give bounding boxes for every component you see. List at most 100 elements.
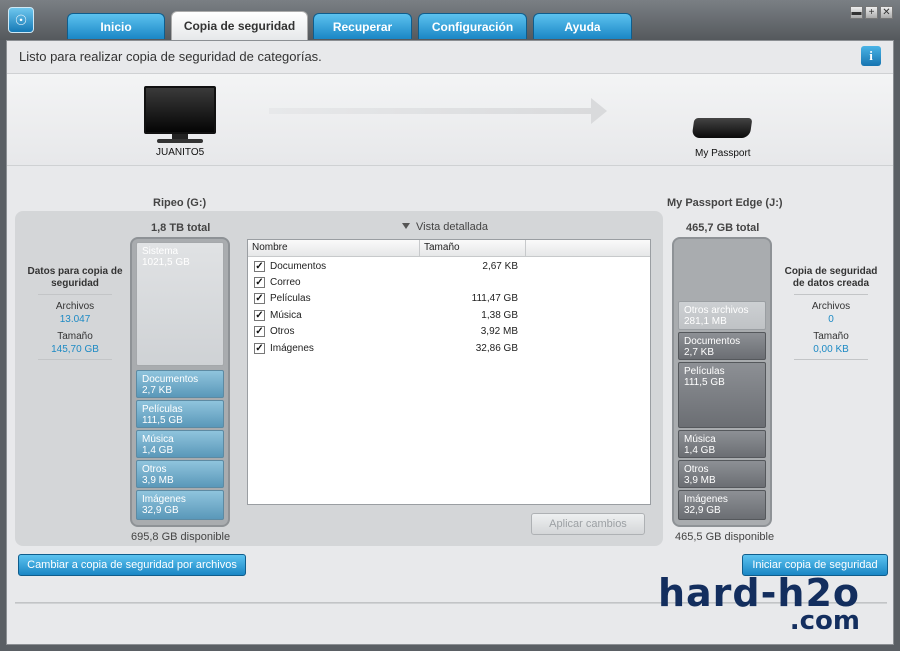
segment-name: Otros archivos — [684, 305, 749, 316]
source-segment-sistema: Sistema 1021,5 GB — [136, 242, 224, 366]
target-device-label: My Passport — [695, 148, 751, 159]
left-size-label: Tamaño — [57, 331, 93, 342]
list-header: Nombre Tamaño — [248, 240, 650, 257]
source-device-label: JUANITO5 — [156, 147, 205, 158]
source-segment-peliculas[interactable]: Películas 111,5 GB — [136, 400, 224, 428]
right-stats-heading-1: Copia de seguridad — [784, 266, 878, 277]
segment-name: Documentos — [684, 336, 741, 347]
device-strip: JUANITO5 My Passport — [7, 74, 893, 166]
right-files-label: Archivos — [811, 301, 851, 312]
item-size: 2,67 KB — [482, 261, 518, 272]
target-drive-title: My Passport Edge (J:) — [667, 197, 783, 209]
item-size: 32,86 GB — [475, 343, 518, 354]
checkbox[interactable]: ✓ — [254, 277, 265, 288]
segment-name: Otros — [142, 464, 167, 475]
right-stats: Copia de seguridad de datos creada Archi… — [777, 266, 885, 364]
item-size: 3,92 MB — [480, 326, 518, 337]
segment-name: Música — [684, 434, 716, 445]
list-item[interactable]: ✓ Otros 3,92 MB — [248, 324, 650, 340]
list-item[interactable]: ✓ Imágenes 32,86 GB — [248, 341, 650, 357]
segment-name: Imágenes — [142, 494, 186, 505]
list-item[interactable]: ✓ Películas 111,47 GB — [248, 291, 650, 307]
source-segment-imagenes[interactable]: Imágenes 32,9 GB — [136, 490, 224, 520]
target-segment-otros-archivos: Otros archivos 281,1 MB — [678, 301, 766, 330]
transfer-arrow — [269, 108, 594, 114]
target-segment-peliculas: Películas 111,5 GB — [678, 362, 766, 428]
column-header-tamano[interactable]: Tamaño — [420, 240, 526, 256]
tab-ayuda[interactable]: Ayuda — [533, 13, 632, 39]
segment-size: 2,7 KB — [684, 347, 715, 358]
left-size-value: 145,70 GB — [51, 344, 99, 355]
arrow-right-icon — [591, 98, 607, 124]
source-segment-documentos[interactable]: Documentos 2,7 KB — [136, 370, 224, 398]
minimize-icon[interactable]: ▬ — [850, 6, 863, 19]
list-item[interactable]: ✓ Documentos 2,67 KB — [248, 259, 650, 275]
segment-size: 3,9 MB — [684, 475, 716, 486]
source-segment-musica[interactable]: Música 1,4 GB — [136, 430, 224, 458]
item-name: Películas — [270, 293, 311, 304]
target-segment-imagenes: Imágenes 32,9 GB — [678, 490, 766, 520]
segment-name: Imágenes — [684, 494, 728, 505]
target-segment-otros: Otros 3,9 MB — [678, 460, 766, 488]
segment-size: 281,1 MB — [684, 316, 727, 327]
view-toggle[interactable]: Vista detallada — [402, 221, 488, 233]
tab-copia-de-seguridad[interactable]: Copia de seguridad — [171, 11, 308, 40]
target-segment-musica: Música 1,4 GB — [678, 430, 766, 458]
target-total: 465,7 GB total — [686, 222, 760, 234]
item-name: Correo — [270, 277, 301, 288]
target-drive-bar: Otros archivos 281,1 MB Documentos 2,7 K… — [672, 237, 772, 527]
segment-size: 111,5 GB — [142, 415, 183, 426]
tab-inicio[interactable]: Inicio — [67, 13, 165, 39]
left-stats-heading-1: Datos para copia de — [27, 266, 123, 277]
target-segment-documentos: Documentos 2,7 KB — [678, 332, 766, 360]
divider — [794, 359, 868, 360]
source-segment-otros[interactable]: Otros 3,9 MB — [136, 460, 224, 488]
source-drive-title: Ripeo (G:) — [153, 197, 207, 209]
checkbox[interactable]: ✓ — [254, 293, 265, 304]
segment-size: 111,5 GB — [684, 377, 725, 388]
list-item[interactable]: ✓ Correo — [248, 275, 650, 291]
item-name: Imágenes — [270, 343, 314, 354]
left-stats: Datos para copia de seguridad Archivos 1… — [21, 266, 129, 364]
left-files-label: Archivos — [55, 301, 95, 312]
checkbox[interactable]: ✓ — [254, 343, 265, 354]
item-size: 1,38 GB — [481, 310, 518, 321]
segment-size: 2,7 KB — [142, 385, 173, 396]
checkbox[interactable]: ✓ — [254, 261, 265, 272]
item-name: Música — [270, 310, 302, 321]
segment-size: 1,4 GB — [684, 445, 716, 456]
source-total: 1,8 TB total — [151, 222, 211, 234]
watermark-logo: hard-h2o .com — [620, 574, 860, 634]
status-text: Listo para realizar copia de seguridad d… — [19, 49, 322, 64]
segment-name: Otros — [684, 464, 709, 475]
segment-name: Películas — [142, 404, 183, 415]
checkbox[interactable]: ✓ — [254, 310, 265, 321]
segment-name: Películas — [684, 366, 725, 377]
right-files-value: 0 — [828, 314, 834, 325]
list-item[interactable]: ✓ Música 1,38 GB — [248, 308, 650, 324]
segment-name: Documentos — [142, 374, 199, 385]
info-icon[interactable]: i — [861, 46, 881, 66]
switch-to-file-backup-button[interactable]: Cambiar a copia de seguridad por archivo… — [18, 554, 246, 576]
segment-size: 3,9 MB — [142, 475, 174, 486]
segment-size: 1021,5 GB — [142, 257, 190, 268]
close-icon[interactable]: ✕ — [880, 6, 893, 19]
app-logo-icon: ☉ — [8, 7, 34, 33]
tab-recuperar[interactable]: Recuperar — [313, 13, 412, 39]
triangle-down-icon — [402, 223, 410, 229]
item-name: Documentos — [270, 261, 327, 272]
file-list: Nombre Tamaño ✓ Documentos 2,67 KB ✓ Cor… — [247, 239, 651, 505]
column-header-nombre[interactable]: Nombre — [248, 240, 420, 256]
source-available: 695,8 GB disponible — [131, 531, 231, 543]
tab-configuracion[interactable]: Configuración — [418, 13, 527, 39]
segment-size: 32,9 GB — [684, 505, 721, 516]
segment-size: 1,4 GB — [142, 445, 174, 456]
divider — [38, 294, 112, 295]
apply-changes-button[interactable]: Aplicar cambios — [531, 513, 645, 535]
segment-name: Sistema — [142, 246, 179, 257]
checkbox[interactable]: ✓ — [254, 326, 265, 337]
title-bar: ☉ Inicio Copia de seguridad Recuperar Co… — [0, 0, 900, 40]
target-available: 465,5 GB disponible — [675, 531, 775, 543]
maximize-icon[interactable]: + — [865, 6, 878, 19]
left-files-value: 13.047 — [59, 314, 91, 325]
